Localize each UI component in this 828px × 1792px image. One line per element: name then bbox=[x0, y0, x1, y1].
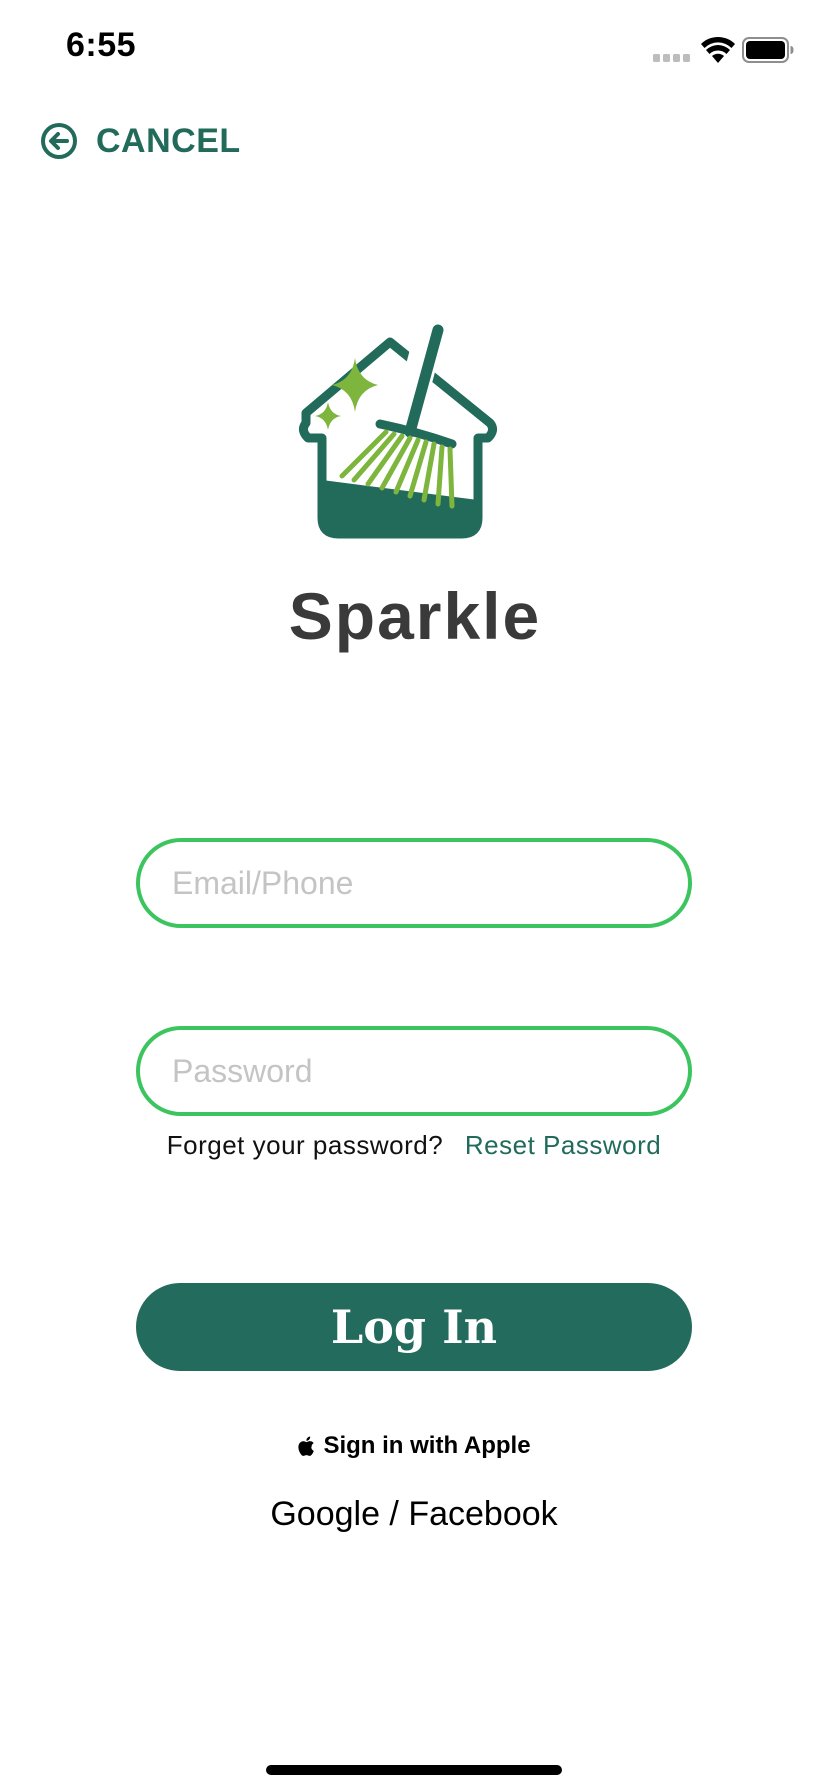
cellular-signal-icon bbox=[653, 54, 690, 62]
apple-logo-icon bbox=[298, 1436, 315, 1456]
cancel-button[interactable]: CANCEL bbox=[40, 118, 241, 164]
cancel-label: CANCEL bbox=[96, 121, 241, 160]
login-button[interactable]: Log In bbox=[136, 1283, 692, 1371]
status-time: 6:55 bbox=[66, 26, 137, 64]
password-input[interactable] bbox=[140, 1030, 688, 1112]
apple-signin-label: Sign in with Apple bbox=[323, 1432, 531, 1459]
arrow-left-circle-icon bbox=[41, 123, 77, 159]
brand-name: Sparkle bbox=[288, 579, 542, 653]
forgot-password-text: Forget your password? bbox=[166, 1130, 444, 1160]
home-indicator bbox=[266, 1765, 562, 1775]
reset-password-link[interactable]: Reset Password bbox=[465, 1130, 661, 1160]
status-bar: 6:55 bbox=[0, 0, 828, 100]
battery-icon bbox=[742, 37, 794, 63]
password-field[interactable] bbox=[136, 1026, 692, 1116]
house-broom-sparkle-logo bbox=[298, 322, 498, 539]
google-facebook-signin[interactable]: Google / Facebook bbox=[0, 1495, 828, 1534]
wifi-icon bbox=[701, 36, 735, 63]
email-input[interactable] bbox=[140, 842, 688, 924]
forgot-password-row: Forget your password? Reset Password bbox=[0, 1130, 828, 1161]
apple-signin-button[interactable]: Sign in with Apple bbox=[0, 1432, 828, 1460]
email-field[interactable] bbox=[136, 838, 692, 928]
